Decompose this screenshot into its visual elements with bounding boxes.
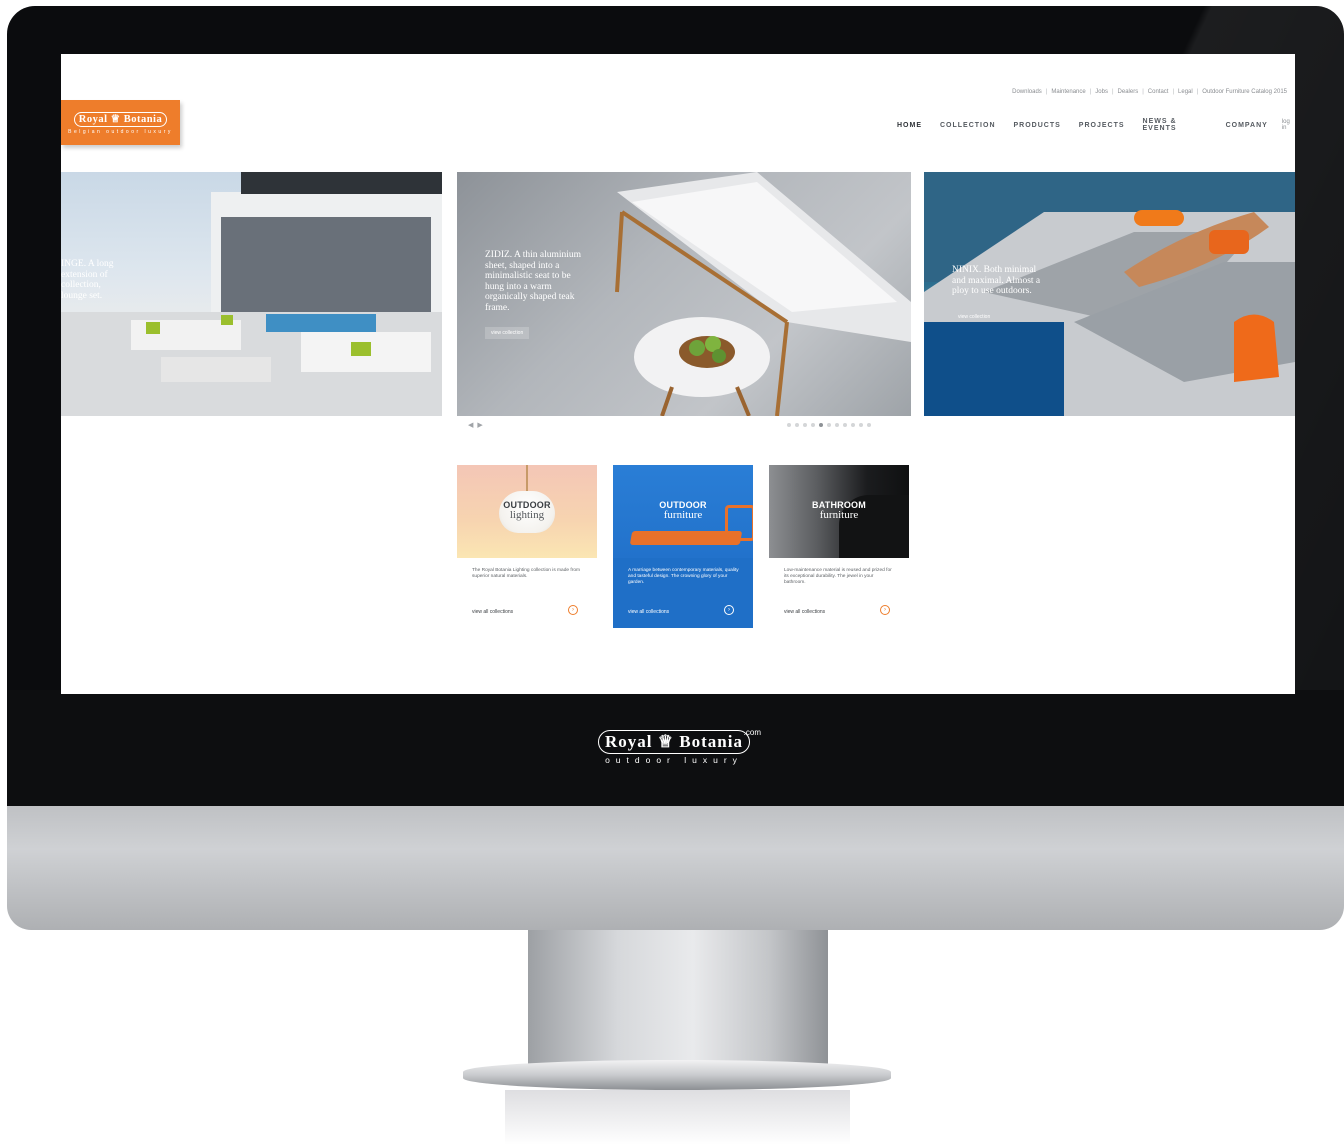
slide-zidiz[interactable]: ZIDIZ. A thin aluminium sheet, shaped in… [457, 172, 911, 416]
monitor-logo-wordmark: Royal ♕ Botania [598, 730, 750, 754]
slider-prev-next-arrows[interactable]: ◀ ▶ [468, 421, 484, 429]
arrow-right-circle-icon[interactable]: › [724, 605, 734, 615]
slider-dot[interactable] [851, 423, 855, 427]
card-bathroom-furniture-link[interactable]: view all collections [784, 609, 825, 615]
arrow-right-circle-icon[interactable]: › [568, 605, 578, 615]
card-outdoor-furniture-title: OUTDOOR furniture [659, 500, 707, 521]
site-logo-tagline: Belgian outdoor luxury [68, 129, 173, 135]
nav-news-events[interactable]: NEWS & EVENTS [1143, 118, 1208, 132]
nav-login[interactable]: log in [1282, 119, 1295, 131]
slider-dot[interactable] [787, 423, 791, 427]
nav-products[interactable]: PRODUCTS [1014, 122, 1061, 129]
slide-inge[interactable]: INGE. A long extension of collection, lo… [61, 172, 442, 416]
utility-link-downloads[interactable]: Downloads [1012, 89, 1042, 95]
card-outdoor-lighting-link[interactable]: view all collections [472, 609, 513, 615]
website-screen: Downloads | Maintenance | Jobs | Dealers | C… [61, 54, 1295, 694]
utility-link-jobs[interactable]: Jobs [1095, 89, 1108, 95]
monitor-stand-base [463, 1060, 891, 1090]
slider-dot[interactable] [811, 423, 815, 427]
slider-dot[interactable] [835, 423, 839, 427]
slide-ninix-view-button[interactable]: view collection [952, 311, 996, 323]
card-bathroom-furniture-title: BATHROOM furniture [812, 500, 866, 521]
utility-link-catalog[interactable]: Outdoor Furniture Catalog 2015 [1202, 89, 1287, 95]
site-logo-wordmark: Royal ♕ Botania [73, 112, 168, 127]
slider-dot[interactable] [795, 423, 799, 427]
slider-dot-active[interactable] [819, 423, 823, 427]
card-outdoor-lighting-title: OUTDOOR lighting [503, 500, 551, 521]
utility-link-dealers[interactable]: Dealers [1118, 89, 1139, 95]
utility-link-legal[interactable]: Legal [1178, 89, 1193, 95]
nav-company[interactable]: COMPANY [1226, 122, 1268, 129]
monitor-stand-neck [528, 930, 828, 1065]
nav-home[interactable]: HOME [897, 122, 922, 129]
slide-ninix[interactable]: NINIX. Both minimal and maximal. Almost … [924, 172, 1295, 416]
slide-zidiz-view-button[interactable]: view collection [485, 327, 530, 339]
slide-inge-image [61, 172, 442, 416]
slider-dot[interactable] [867, 423, 871, 427]
site-logo[interactable]: Royal ♕ Botania Belgian outdoor luxury [61, 100, 180, 145]
slide-ninix-caption: NINIX. Both minimal and maximal. Almost … [952, 265, 1041, 296]
slider-dot[interactable] [803, 423, 807, 427]
utility-link-contact[interactable]: Contact [1148, 89, 1169, 95]
utility-links: Downloads | Maintenance | Jobs | Dealers | C… [1012, 89, 1287, 95]
slide-zidiz-caption: ZIDIZ. A thin aluminium sheet, shaped in… [485, 250, 582, 313]
monitor-stand-reflection [505, 1090, 850, 1145]
nav-collection[interactable]: COLLECTION [940, 122, 996, 129]
card-outdoor-furniture[interactable]: OUTDOOR furniture A marriage between con… [613, 465, 753, 628]
card-bathroom-furniture-desc: Low-maintenance material is reused and p… [784, 568, 892, 585]
main-nav: HOME COLLECTION PRODUCTS PROJECTS NEWS &… [897, 118, 1295, 132]
nav-projects[interactable]: PROJECTS [1079, 122, 1125, 129]
slide-inge-caption: INGE. A long extension of collection, lo… [61, 259, 114, 301]
monitor-logo-dotcom: .com [743, 728, 761, 737]
card-bathroom-furniture[interactable]: BATHROOM furniture Low-maintenance mater… [769, 465, 909, 628]
slider-dot[interactable] [827, 423, 831, 427]
monitor-logo: Royal ♕ Botania .com outdoor luxury [589, 728, 761, 765]
slider-dot[interactable] [843, 423, 847, 427]
card-outdoor-furniture-link[interactable]: view all collections [628, 609, 669, 615]
card-outdoor-lighting[interactable]: OUTDOOR lighting The Royal Botania Light… [457, 465, 597, 628]
monitor-logo-tagline: outdoor luxury [605, 755, 743, 765]
arrow-right-circle-icon[interactable]: › [880, 605, 890, 615]
monitor-chin [7, 806, 1344, 930]
slider-dot[interactable] [859, 423, 863, 427]
utility-link-maintenance[interactable]: Maintenance [1051, 89, 1085, 95]
card-outdoor-furniture-desc: A marriage between contemporary material… [628, 568, 739, 585]
slider-pagination [787, 423, 871, 427]
card-outdoor-lighting-desc: The Royal Botania Lighting collection is… [472, 568, 580, 579]
